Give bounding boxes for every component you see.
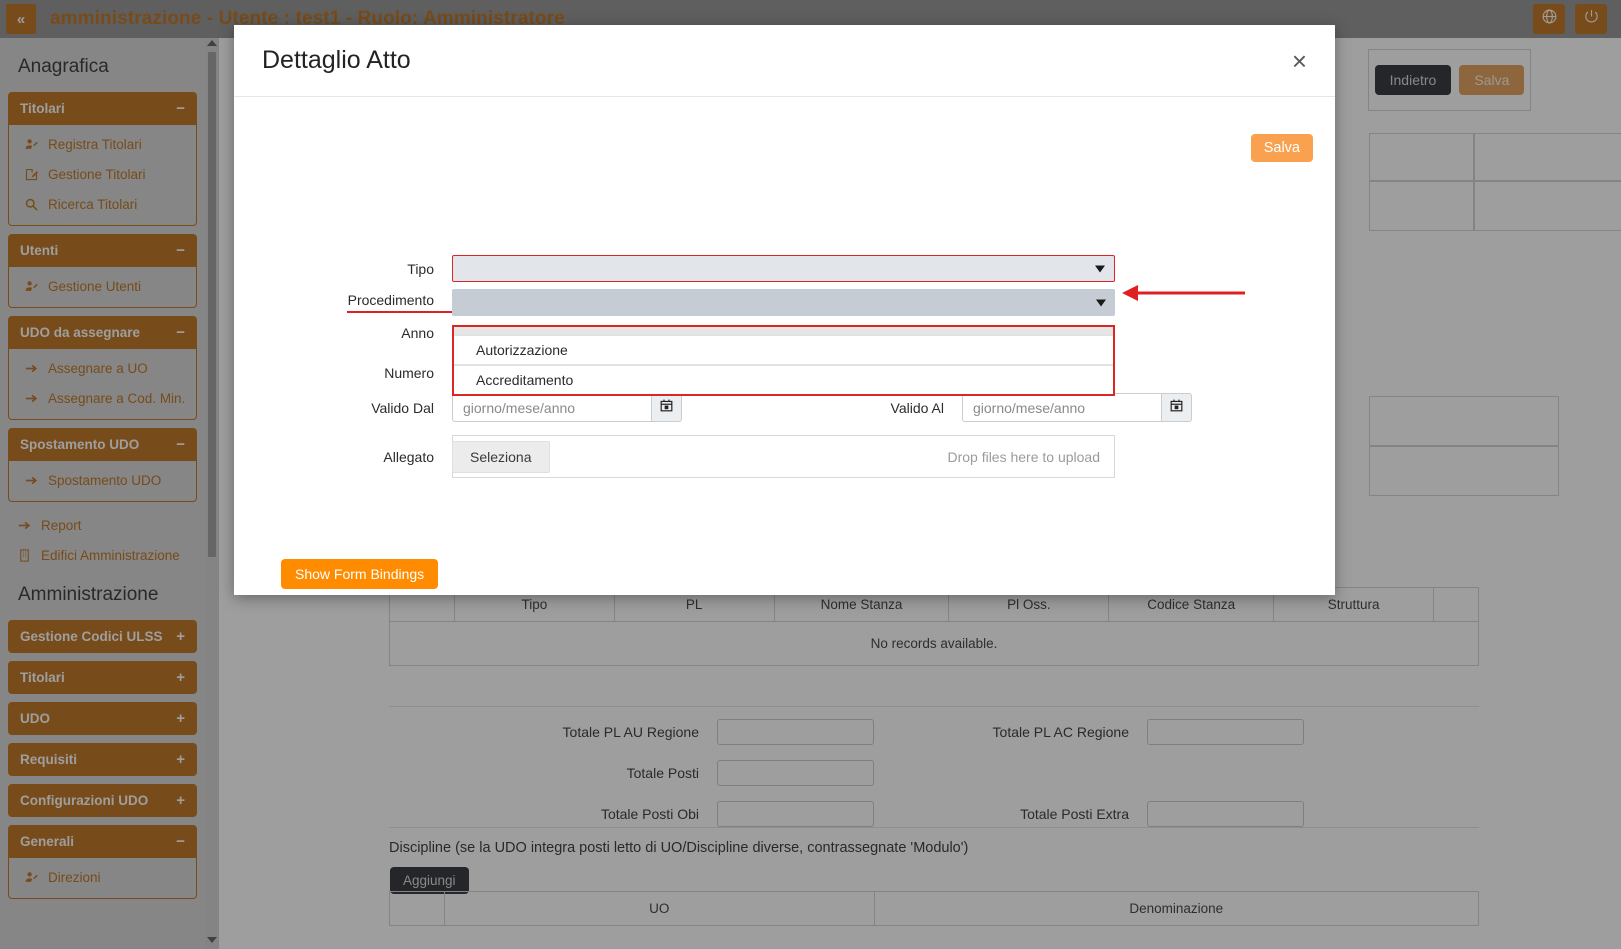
seleziona-file-button[interactable]: Seleziona (452, 441, 550, 473)
chevron-down-icon (1096, 299, 1106, 306)
dropdown-option-autorizzazione[interactable]: Autorizzazione (454, 334, 1113, 364)
field-row-valido-dal: Valido Dal giorno/mese/anno Valido (347, 393, 1192, 422)
chevron-down-icon (1095, 265, 1105, 272)
valido-dal-control: giorno/mese/anno (452, 393, 682, 422)
dropdown-option-accreditamento[interactable]: Accreditamento (454, 364, 1113, 394)
dettaglio-atto-modal: Dettaglio Atto × Salva Tipo Procedimento (234, 25, 1335, 595)
procedimento-dropdown-list[interactable]: Autorizzazione Accreditamento (452, 325, 1115, 396)
file-dropzone[interactable]: Seleziona Drop files here to upload (452, 435, 1115, 478)
valido-al-control: giorno/mese/anno (962, 393, 1192, 422)
modal-body: Salva Tipo Procedimento Anno (234, 97, 1335, 595)
allegato-label: Allegato (347, 449, 452, 465)
modal-title: Dettaglio Atto (262, 46, 411, 75)
field-row-procedimento: Procedimento (347, 289, 1115, 316)
anno-label: Anno (347, 325, 452, 341)
procedimento-select[interactable] (452, 289, 1115, 316)
red-arrow-annotation (1118, 282, 1246, 304)
drop-files-hint: Drop files here to upload (947, 449, 1100, 465)
modal-header: Dettaglio Atto × (234, 25, 1335, 97)
calendar-icon (1169, 398, 1184, 418)
screen-root: « amministrazione - Utente : test1 - Ruo… (0, 0, 1621, 949)
show-form-bindings-button[interactable]: Show Form Bindings (281, 559, 438, 589)
calendar-icon-button[interactable] (652, 393, 682, 422)
valido-al-label: Valido Al (804, 400, 944, 416)
close-icon[interactable]: × (1292, 48, 1307, 74)
valido-dal-label: Valido Dal (347, 400, 452, 416)
modal-save-button[interactable]: Salva (1251, 134, 1313, 162)
calendar-icon-button[interactable] (1162, 393, 1192, 422)
dropdown-top-separator (454, 327, 1113, 334)
field-row-allegato: Allegato Seleziona Drop files here to up… (347, 435, 1115, 478)
valido-dal-input[interactable]: giorno/mese/anno (452, 393, 652, 422)
numero-label: Numero (347, 365, 452, 381)
field-row-tipo: Tipo (347, 255, 1115, 282)
calendar-icon (659, 398, 674, 418)
valido-al-input[interactable]: giorno/mese/anno (962, 393, 1162, 422)
procedimento-label: Procedimento (347, 292, 452, 313)
tipo-select[interactable] (452, 255, 1115, 282)
tipo-label: Tipo (347, 261, 452, 277)
